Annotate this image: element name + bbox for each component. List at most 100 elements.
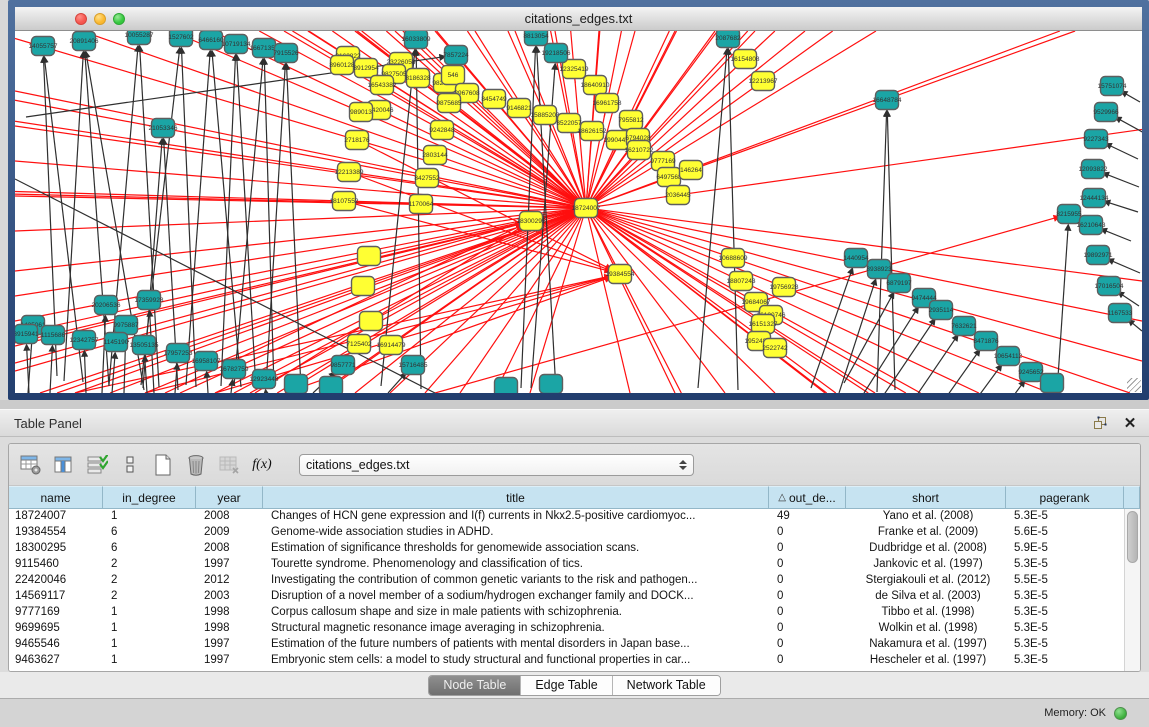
graph-node-teal[interactable]: 3915941 (15, 325, 39, 344)
graph-node-yellow[interactable]: 9875685 (436, 94, 462, 113)
graph-node-teal[interactable]: 21053346 (149, 119, 178, 138)
graph-node-teal[interactable]: 16958107 (192, 352, 221, 371)
graph-node-yellow[interactable] (358, 247, 381, 266)
graph-node-teal[interactable]: 1145190 (104, 333, 129, 352)
table-row[interactable]: 969969511998Structural magnetic resonanc… (9, 621, 1124, 637)
graph-node-yellow[interactable]: 2036445 (665, 186, 691, 205)
network-window-titlebar[interactable]: citations_edges.txt (15, 7, 1142, 31)
graph-node-yellow[interactable]: 16543382 (368, 76, 397, 95)
graph-node-teal[interactable]: 7632621 (951, 317, 977, 336)
graph-node-teal[interactable]: 19892971 (1084, 246, 1113, 265)
graph-node-yellow[interactable]: 12213389 (335, 163, 364, 182)
graph-node-teal[interactable]: 15751074 (1098, 77, 1127, 96)
table-row[interactable]: 1830029562008Estimation of significance … (9, 541, 1124, 557)
graph-node-yellow[interactable]: 10688609 (719, 249, 748, 268)
graph-node-teal[interactable]: 6879197 (886, 274, 912, 293)
table-row[interactable]: 1938455462009Genome-wide association stu… (9, 525, 1124, 541)
graph-node-teal[interactable]: 17016504 (1095, 277, 1124, 296)
graph-node-teal[interactable]: 16033809 (402, 31, 431, 49)
table-row[interactable]: 946554611997Estimation of the future num… (9, 637, 1124, 653)
graph-node-teal[interactable]: 20891406 (70, 32, 99, 51)
graph-node-teal[interactable] (495, 378, 518, 394)
column-header-year[interactable]: year (196, 486, 263, 509)
table-row[interactable]: 1872400712008Changes of HCN gene express… (9, 509, 1124, 525)
graph-node-teal[interactable]: 12923448 (250, 370, 279, 389)
graph-node-yellow[interactable]: 2522742 (762, 339, 788, 358)
graph-node-teal[interactable]: 9975887 (113, 316, 139, 335)
graph-node-teal[interactable]: 7915526 (273, 44, 299, 63)
table-row[interactable]: 1456911722003Disruption of a novel membe… (9, 589, 1124, 605)
graph-node-yellow[interactable]: 2718176 (344, 131, 370, 150)
graph-node-teal[interactable]: 16648784 (873, 91, 902, 110)
column-header-pagerank[interactable]: pagerank (1006, 486, 1124, 509)
graph-node-yellow[interactable]: 7955812 (618, 111, 644, 130)
graph-node-teal[interactable]: 19218506 (542, 44, 571, 63)
select-rows-icon[interactable] (85, 454, 109, 476)
table-scrollbar-thumb[interactable] (1127, 511, 1138, 563)
close-icon[interactable] (75, 13, 87, 25)
graph-node-teal[interactable]: 14055757 (29, 37, 58, 56)
graph-node-teal[interactable] (320, 377, 343, 394)
graph-node-teal[interactable]: 2087682 (715, 31, 741, 48)
graph-node-teal[interactable]: 1527602 (168, 31, 194, 47)
graph-node-yellow[interactable]: 18640910 (581, 76, 610, 95)
graph-node-yellow[interactable]: 989013 (350, 103, 373, 122)
table-row[interactable]: 911546021997Tourette syndrome. Phenomeno… (9, 557, 1124, 573)
tab-network-table[interactable]: Network Table (613, 676, 720, 695)
graph-node-teal[interactable]: 7857224 (443, 46, 469, 65)
graph-node-teal[interactable]: 1115686 (41, 326, 66, 345)
table-row[interactable]: 2242004622012Investigating the contribut… (9, 573, 1124, 589)
graph-node-teal[interactable] (285, 375, 308, 394)
graph-node-teal[interactable]: 6466160 (198, 31, 224, 50)
graph-node-yellow[interactable] (360, 312, 383, 331)
graph-node-teal[interactable]: 10055287 (125, 31, 154, 45)
memory-indicator-icon[interactable] (1114, 707, 1127, 720)
graph-node-yellow[interactable]: 19756928 (770, 278, 799, 297)
graph-node-teal[interactable] (540, 375, 563, 394)
show-columns-icon[interactable] (52, 454, 76, 476)
graph-node-teal[interactable]: 13505135 (130, 336, 159, 355)
graph-node-teal[interactable]: 8813054 (523, 31, 549, 46)
graph-node-yellow[interactable]: 8186328 (405, 69, 431, 88)
graph-node-teal[interactable]: 17359928 (135, 291, 164, 310)
minimize-icon[interactable] (94, 13, 106, 25)
graph-node-yellow[interactable]: 12213967 (749, 72, 778, 91)
graph-node-teal[interactable]: 8215955 (1056, 205, 1082, 224)
graph-node-teal[interactable] (1041, 374, 1064, 393)
graph-node-teal[interactable]: 16210643 (1077, 216, 1106, 235)
graph-node-yellow[interactable]: 1170064 (409, 195, 434, 214)
delete-icon[interactable] (184, 454, 208, 476)
graph-node-yellow[interactable]: 8427552 (414, 169, 440, 188)
graph-node-yellow[interactable]: 18626152 (578, 122, 607, 141)
graph-node-yellow[interactable]: 19384554 (606, 265, 635, 284)
network-canvas[interactable]: 1872400718300295193845549163822896012889… (15, 31, 1142, 393)
function-builder-icon[interactable]: f(x) (250, 454, 274, 476)
graph-node-yellow[interactable] (352, 277, 375, 296)
panel-resize-divider[interactable] (0, 400, 1149, 409)
zoom-icon[interactable] (113, 13, 125, 25)
column-header-name[interactable]: name (9, 486, 103, 509)
graph-node-teal[interactable]: 1167533 (1108, 304, 1133, 323)
graph-node-yellow[interactable]: 16961758 (593, 94, 622, 113)
column-header-short[interactable]: short (846, 486, 1006, 509)
close-panel-icon[interactable]: ✕ (1119, 414, 1141, 432)
graph-node-teal[interactable]: 2935114 (929, 301, 954, 320)
graph-node-yellow[interactable]: 18724007 (572, 199, 601, 218)
graph-node-teal[interactable]: 9227343 (1083, 130, 1109, 149)
graph-node-yellow[interactable]: 8912954 (353, 59, 379, 78)
graph-node-yellow[interactable]: 18107552 (330, 192, 359, 211)
graph-node-yellow[interactable]: 8960128 (329, 56, 355, 75)
graph-node-teal[interactable]: 16782759 (220, 360, 249, 379)
graph-node-teal[interactable]: 1440954 (843, 249, 869, 268)
graph-node-teal[interactable]: 12444134 (1080, 189, 1109, 208)
graph-node-teal[interactable]: 12093822 (1079, 160, 1108, 179)
table-scrollbar[interactable] (1124, 509, 1140, 672)
graph-node-teal[interactable]: 20206536 (92, 296, 121, 315)
graph-node-yellow[interactable]: 18300295 (517, 212, 546, 231)
graph-node-yellow[interactable]: 16154808 (731, 50, 760, 69)
graph-node-yellow[interactable]: 546 (442, 66, 465, 85)
table-row[interactable]: 977716911998Corpus callosum shape and si… (9, 605, 1124, 621)
graph-node-yellow[interactable]: 9242848 (429, 121, 455, 140)
graph-node-teal[interactable]: 17957253 (164, 344, 193, 363)
graph-node-yellow[interactable]: 16914479 (377, 336, 406, 355)
